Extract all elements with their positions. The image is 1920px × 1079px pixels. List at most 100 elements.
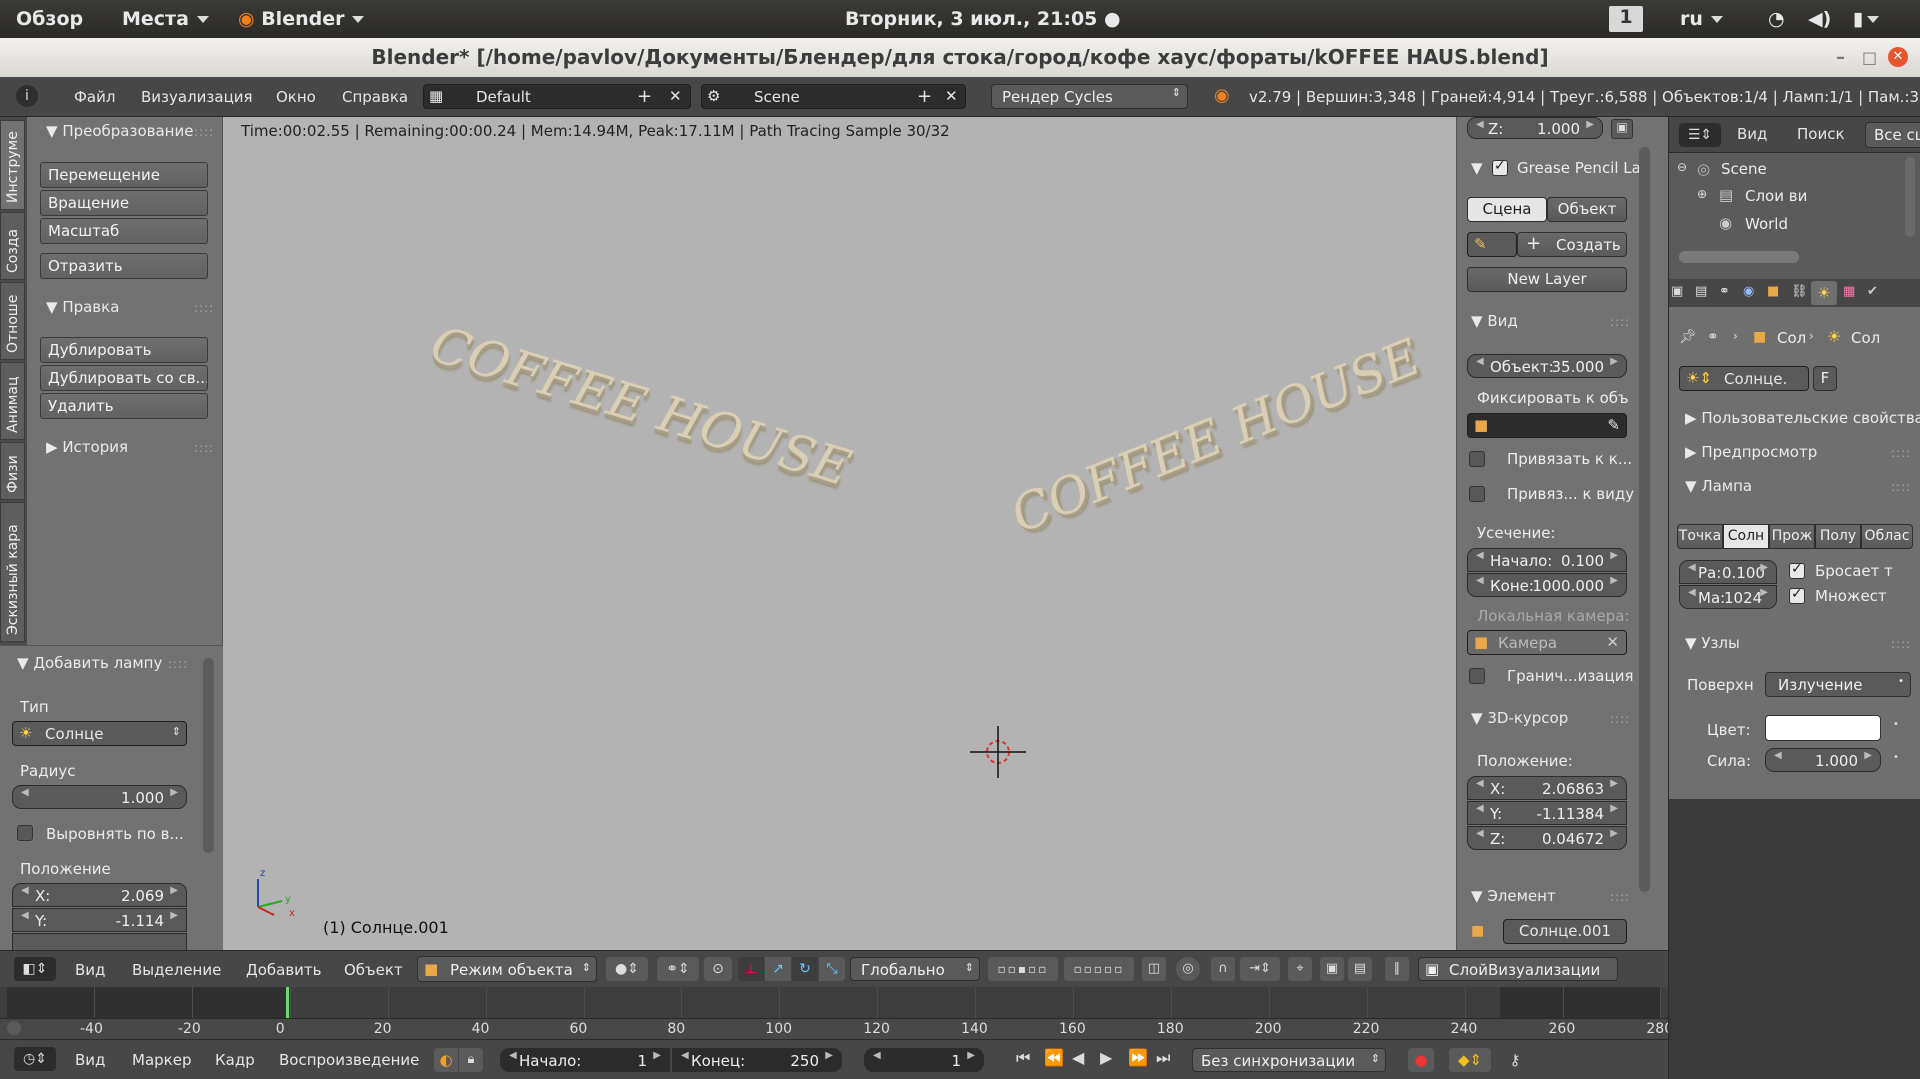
outliner-hscrollbar[interactable] xyxy=(1679,251,1799,263)
decrement-icon[interactable]: ◀ xyxy=(1476,356,1484,367)
increment-icon[interactable]: ▶ xyxy=(653,1050,661,1061)
grease-create-button[interactable]: + Создать xyxy=(1517,232,1627,257)
opengl-render-icon[interactable]: ▣ xyxy=(1320,957,1344,981)
decrement-icon[interactable]: ◀ xyxy=(1688,562,1696,573)
manipulator-center-icon[interactable]: ⊙ xyxy=(704,957,732,981)
sync-mode-selector[interactable]: Без синхронизации ⇕ xyxy=(1192,1048,1386,1072)
increment-icon[interactable]: ▶ xyxy=(1610,803,1618,814)
object-tab-icon[interactable]: ■ xyxy=(1767,284,1779,299)
fake-user-button[interactable]: F xyxy=(1813,366,1837,391)
manipulator-toggle-icon[interactable]: ⟂ xyxy=(738,957,764,981)
transform-panel-header[interactable]: ▼ Преобразование xyxy=(46,122,193,140)
drag-handle-icon[interactable]: :::: xyxy=(194,441,214,455)
outliner-editor-icon[interactable]: ☰⇕ xyxy=(1679,123,1721,147)
decrement-icon[interactable]: ◀ xyxy=(21,910,29,921)
preview-range-icon[interactable]: ◐ xyxy=(434,1048,458,1072)
lamp-panel-header[interactable]: ▼ Лампа xyxy=(1685,477,1752,495)
language-menu[interactable]: ru xyxy=(1680,8,1723,30)
rotate-manipulator-icon[interactable]: ↻ xyxy=(792,957,818,981)
expand-icon[interactable]: ⊕ xyxy=(1697,187,1707,201)
move-button[interactable]: Перемещение xyxy=(40,162,208,188)
render-layer-selector[interactable]: ▣ СлойВизуализации xyxy=(1418,957,1618,981)
decrement-icon[interactable]: ◀ xyxy=(1476,828,1484,839)
translate-manipulator-icon[interactable]: ↗ xyxy=(765,957,791,981)
decrement-icon[interactable]: ◀ xyxy=(1476,575,1484,586)
delete-button[interactable]: Удалить xyxy=(40,393,208,419)
battery-icon[interactable]: ▮ xyxy=(1853,8,1880,30)
outliner-display-mode[interactable]: Все сц xyxy=(1865,122,1920,148)
duplicate-linked-button[interactable]: Дублировать со св... xyxy=(40,365,208,391)
editor-type-cube-icon[interactable]: ◧⇕ xyxy=(14,957,56,981)
cursor-x-field[interactable]: ◀ X: 2.06863 ▶ xyxy=(1467,776,1627,800)
surface-shader-selector[interactable]: Излучение • xyxy=(1765,672,1911,697)
clear-icon[interactable]: ✕ xyxy=(1606,633,1619,651)
increment-icon[interactable]: ▶ xyxy=(825,1050,833,1061)
shading-sphere-icon[interactable]: ●⇕ xyxy=(606,957,648,981)
jump-start-icon[interactable]: ⏮ xyxy=(1016,1048,1030,1068)
view-panel-header[interactable]: ▼ Вид xyxy=(1471,312,1518,330)
current-frame-field[interactable]: ◀ 1 ▶ xyxy=(864,1048,984,1072)
location-z-field-clipped[interactable] xyxy=(12,933,187,951)
minimize-icon[interactable]: – xyxy=(1836,38,1845,77)
render-engine-selector[interactable]: Рендер Cycles ⇕ xyxy=(991,84,1188,109)
increment-icon[interactable]: ▶ xyxy=(1610,828,1618,839)
timeline[interactable]: -40 -20 0 20 40 60 80 100 120 140 160 180 200 220 240 2… xyxy=(0,987,1673,1039)
layer-lock-icon[interactable]: ◫ xyxy=(1142,957,1166,981)
lamp-type-hemi[interactable]: Полу xyxy=(1815,524,1861,549)
start-frame-field[interactable]: ◀ Начало: 1 ▶ xyxy=(500,1048,670,1072)
scene-layers-1-icon[interactable]: ▫▫▪▫▫ xyxy=(988,957,1058,981)
drag-handle-icon[interactable]: :::: xyxy=(1610,890,1630,904)
timeline-menu-frame[interactable]: Кадр xyxy=(215,1051,255,1069)
mirror-button[interactable]: Отразить xyxy=(40,253,208,279)
world-tab-icon[interactable]: ◉ xyxy=(1743,284,1754,299)
tab-grease-pencil[interactable]: Эскизный кара xyxy=(0,502,25,642)
play-icon[interactable]: ▶ xyxy=(1100,1048,1112,1067)
lamp-max-bounces-field[interactable]: ◀ Ма: 1024 ▶ xyxy=(1679,585,1777,609)
drag-handle-icon[interactable]: :::: xyxy=(1610,315,1630,329)
maximize-icon[interactable]: □ xyxy=(1862,38,1877,77)
cursor-panel-header[interactable]: ▼ 3D-курсор xyxy=(1471,709,1568,727)
color-swatch[interactable] xyxy=(1765,715,1881,741)
object-name-field[interactable]: Солнце.001 xyxy=(1503,919,1627,944)
decrement-icon[interactable]: ◀ xyxy=(1774,750,1782,761)
grease-pencil-panel-header[interactable]: ▼ xyxy=(1471,159,1483,177)
drag-handle-icon[interactable]: :::: xyxy=(194,125,214,139)
clock[interactable]: Вторник, 3 июл., 21:05 ● xyxy=(845,8,1121,30)
lamp-datablock-selector[interactable]: ☀⇕ Солнце. xyxy=(1679,366,1809,391)
prev-keyframe-icon[interactable]: ⏪ xyxy=(1044,1048,1064,1067)
location-x-field[interactable]: ◀ X: 2.069 ▶ xyxy=(12,883,187,907)
increment-icon[interactable]: ▶ xyxy=(1610,575,1618,586)
remove-icon[interactable]: ✕ xyxy=(945,87,958,105)
wifi-icon[interactable]: ◔ xyxy=(1768,8,1785,30)
lens-field[interactable]: ◀ Объект: 35.000 ▶ xyxy=(1467,354,1627,378)
render-tab-icon[interactable]: ▣ xyxy=(1671,284,1683,299)
menu-select[interactable]: Выделение xyxy=(132,961,221,979)
nodes-panel-header[interactable]: ▼ Узлы xyxy=(1685,634,1740,652)
decrement-icon[interactable]: ◀ xyxy=(21,885,29,896)
tab-animation[interactable]: Анимац xyxy=(0,362,25,440)
menu-add[interactable]: Добавить xyxy=(246,961,322,979)
keying-set-icon[interactable]: ◆⇕ xyxy=(1449,1048,1491,1072)
grease-pencil-checkbox[interactable] xyxy=(1492,158,1508,176)
drag-handle-icon[interactable]: :::: xyxy=(194,301,214,315)
render-border-checkbox[interactable] xyxy=(1469,668,1485,684)
decrement-icon[interactable]: ◀ xyxy=(1688,587,1696,598)
render-layers-tab-icon[interactable]: ▤ xyxy=(1695,284,1707,299)
lock-icon[interactable]: ▣ xyxy=(1611,119,1633,139)
drag-handle-icon[interactable]: :::: xyxy=(1891,480,1911,494)
decrement-icon[interactable]: ◀ xyxy=(509,1050,517,1061)
scale-manipulator-icon[interactable]: ⤡ xyxy=(819,957,845,981)
volume-icon[interactable]: ◀) xyxy=(1808,8,1831,30)
remove-icon[interactable]: ✕ xyxy=(669,87,682,105)
cursor-y-field[interactable]: ◀ Y: -1.11384 ▶ xyxy=(1467,801,1627,825)
decrement-icon[interactable]: ◀ xyxy=(1476,803,1484,814)
decrement-icon[interactable]: ◀ xyxy=(873,1050,881,1061)
new-layer-button[interactable]: New Layer xyxy=(1467,267,1627,292)
lamp-type-area[interactable]: Облас xyxy=(1861,524,1913,549)
increment-icon[interactable]: ▶ xyxy=(170,787,178,798)
snap-target-icon[interactable]: ⌖ xyxy=(1288,957,1312,981)
history-panel-header[interactable]: ▶ История xyxy=(46,438,128,456)
current-frame-marker[interactable] xyxy=(286,987,289,1018)
edit-panel-header[interactable]: ▼ Правка xyxy=(46,298,119,316)
tab-relations[interactable]: Отноше xyxy=(0,282,25,360)
